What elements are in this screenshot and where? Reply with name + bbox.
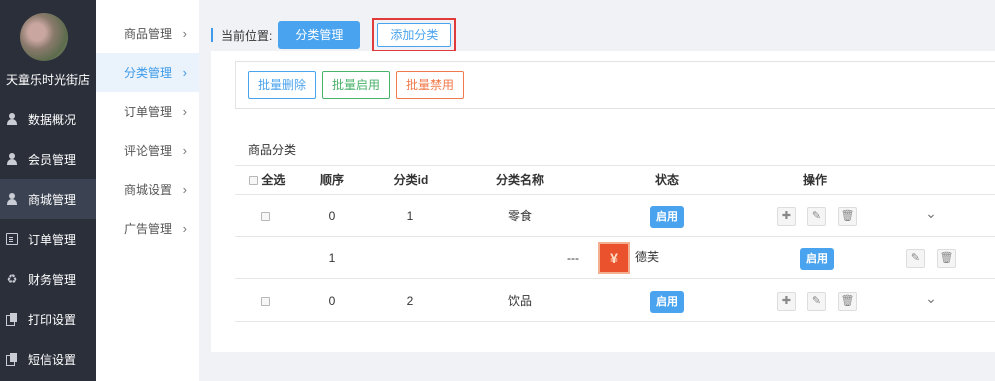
breadcrumb-marker: [211, 28, 213, 42]
status-enable-button[interactable]: 启用: [800, 247, 834, 270]
nav-item-label: 会员管理: [28, 152, 77, 167]
document-icon: [6, 233, 18, 245]
row-checkbox[interactable]: [260, 297, 270, 307]
copy-icon: [6, 353, 18, 366]
table-row: 1 --- 德芙 启用 ✎ 🗑: [235, 238, 995, 279]
status-cell: 启用: [785, 238, 849, 279]
add-subcategory-icon[interactable]: ✚: [777, 292, 796, 311]
edit-icon[interactable]: ✎: [807, 292, 826, 311]
shop-name: 天童乐时光街店: [5, 73, 90, 87]
trash-icon[interactable]: 🗑: [838, 207, 857, 226]
table-row: 0 2 饮品 启用 ✚ ✎ 🗑 ⌄: [235, 281, 995, 322]
main-nav: 数据概况 会员管理 商城管理 订单管理 ♻ 财务管理 打印设置 短信设置: [0, 99, 96, 379]
submenu-item-ads[interactable]: 广告管理 ›: [96, 209, 199, 248]
name-cell: 饮品: [507, 294, 532, 308]
order-cell: 1: [328, 251, 336, 265]
submenu-item-products[interactable]: 商品管理 ›: [96, 14, 199, 53]
submenu-item-categories[interactable]: 分类管理 ›: [96, 53, 199, 92]
actions-header: 操作: [802, 173, 827, 187]
batch-disable-button[interactable]: 批量禁用: [396, 71, 465, 99]
submenu-item-label: 商城设置: [124, 183, 173, 197]
sub-sidebar: 商品管理 › 分类管理 › 订单管理 › 评论管理 › 商城设置 › 广告管理 …: [96, 0, 199, 381]
recycle-icon: ♻: [6, 272, 18, 286]
batch-actions: 批量删除 批量启用 批量禁用: [235, 61, 995, 109]
row-checkbox-cell: [255, 196, 275, 237]
chevron-right-icon: ›: [182, 221, 187, 236]
submenu-item-label: 广告管理: [124, 222, 173, 236]
chevron-right-icon: ›: [182, 182, 187, 197]
batch-delete-button[interactable]: 批量删除: [248, 71, 317, 99]
select-all-checkbox[interactable]: [249, 176, 258, 186]
person-icon: [6, 193, 18, 205]
main-sidebar: 天童乐时光街店 数据概况 会员管理 商城管理 订单管理 ♻ 财务管理 打印设置 …: [0, 0, 96, 381]
shop-avatar[interactable]: [20, 13, 68, 61]
batch-enable-button[interactable]: 批量启用: [322, 71, 391, 99]
edit-icon[interactable]: ✎: [906, 249, 925, 268]
breadcrumb: 当前位置: 分类管理 添加分类: [211, 18, 457, 52]
nav-item-orders[interactable]: 订单管理: [0, 219, 96, 259]
chevron-right-icon: ›: [182, 65, 187, 80]
table-row: 0 1 零食 启用 ✚ ✎ 🗑 ⌄: [235, 196, 995, 237]
category-manage-button[interactable]: 分类管理: [278, 21, 361, 49]
submenu-item-label: 商品管理: [124, 27, 173, 41]
select-all-label: 全选: [261, 173, 286, 187]
nav-item-label: 订单管理: [28, 232, 77, 247]
table-title: 商品分类: [248, 143, 297, 157]
nav-item-label: 短信设置: [28, 352, 77, 367]
nav-item-finance[interactable]: ♻ 财务管理: [0, 259, 96, 299]
nav-item-label: 数据概况: [28, 112, 77, 127]
name-cell: 零食: [507, 209, 532, 223]
nav-item-members[interactable]: 会员管理: [0, 139, 96, 179]
status-cell: 启用: [635, 196, 699, 237]
row-checkbox-cell: [255, 281, 275, 322]
breadcrumb-label: 当前位置:: [221, 28, 273, 43]
status-cell: 启用: [635, 281, 699, 322]
name-header: 分类名称: [495, 173, 544, 187]
person-icon: [6, 153, 18, 165]
chevron-down-icon[interactable]: ⌄: [923, 290, 939, 307]
id-cell: 1: [406, 209, 414, 223]
submenu-item-reviews[interactable]: 评论管理 ›: [96, 131, 199, 170]
person-icon: [6, 113, 18, 125]
subcategory-prefix: ---: [567, 251, 579, 265]
chevron-right-icon: ›: [182, 104, 187, 119]
trash-icon[interactable]: 🗑: [937, 249, 956, 268]
row-checkbox[interactable]: [260, 212, 270, 222]
nav-item-overview[interactable]: 数据概况: [0, 99, 96, 139]
order-header: 顺序: [319, 173, 344, 187]
submenu-item-label: 评论管理: [124, 144, 173, 158]
submenu-item-label: 分类管理: [124, 66, 173, 80]
status-header: 状态: [654, 173, 679, 187]
id-header: 分类id: [393, 173, 429, 187]
nav-item-label: 商城管理: [28, 192, 77, 207]
chevron-right-icon: ›: [182, 26, 187, 41]
category-thumbnail: [598, 242, 630, 274]
select-all-header: 全选: [249, 166, 309, 196]
nav-item-label: 打印设置: [28, 312, 77, 327]
copy-icon: [6, 313, 18, 326]
table-header: 全选 顺序 分类id 分类名称 状态 操作: [235, 165, 995, 195]
trash-icon[interactable]: 🗑: [838, 292, 857, 311]
submenu-item-orders[interactable]: 订单管理 ›: [96, 92, 199, 131]
nav-item-label: 财务管理: [28, 272, 77, 287]
nav-item-sms-settings[interactable]: 短信设置: [0, 339, 96, 379]
name-cell: 德芙: [634, 250, 659, 264]
nav-item-mall[interactable]: 商城管理: [0, 179, 96, 219]
add-category-button[interactable]: 添加分类: [377, 23, 452, 47]
submenu-item-mall-settings[interactable]: 商城设置 ›: [96, 170, 199, 209]
chevron-down-icon[interactable]: ⌄: [923, 205, 939, 222]
main-content: 当前位置: 分类管理 添加分类 批量删除 批量启用 批量禁用 商品分类 全选 顺…: [199, 0, 995, 381]
edit-icon[interactable]: ✎: [807, 207, 826, 226]
status-enable-button[interactable]: 启用: [650, 205, 684, 228]
order-cell: 0: [328, 209, 336, 223]
id-cell: 2: [406, 294, 414, 308]
category-panel: 批量删除 批量启用 批量禁用 商品分类 全选 顺序 分类id 分类名称 状态 操…: [211, 51, 995, 352]
submenu-item-label: 订单管理: [124, 105, 173, 119]
add-subcategory-icon[interactable]: ✚: [777, 207, 796, 226]
chevron-right-icon: ›: [182, 143, 187, 158]
order-cell: 0: [328, 294, 336, 308]
status-enable-button[interactable]: 启用: [650, 290, 684, 313]
add-category-highlight: 添加分类: [372, 18, 457, 52]
nav-item-print-settings[interactable]: 打印设置: [0, 299, 96, 339]
